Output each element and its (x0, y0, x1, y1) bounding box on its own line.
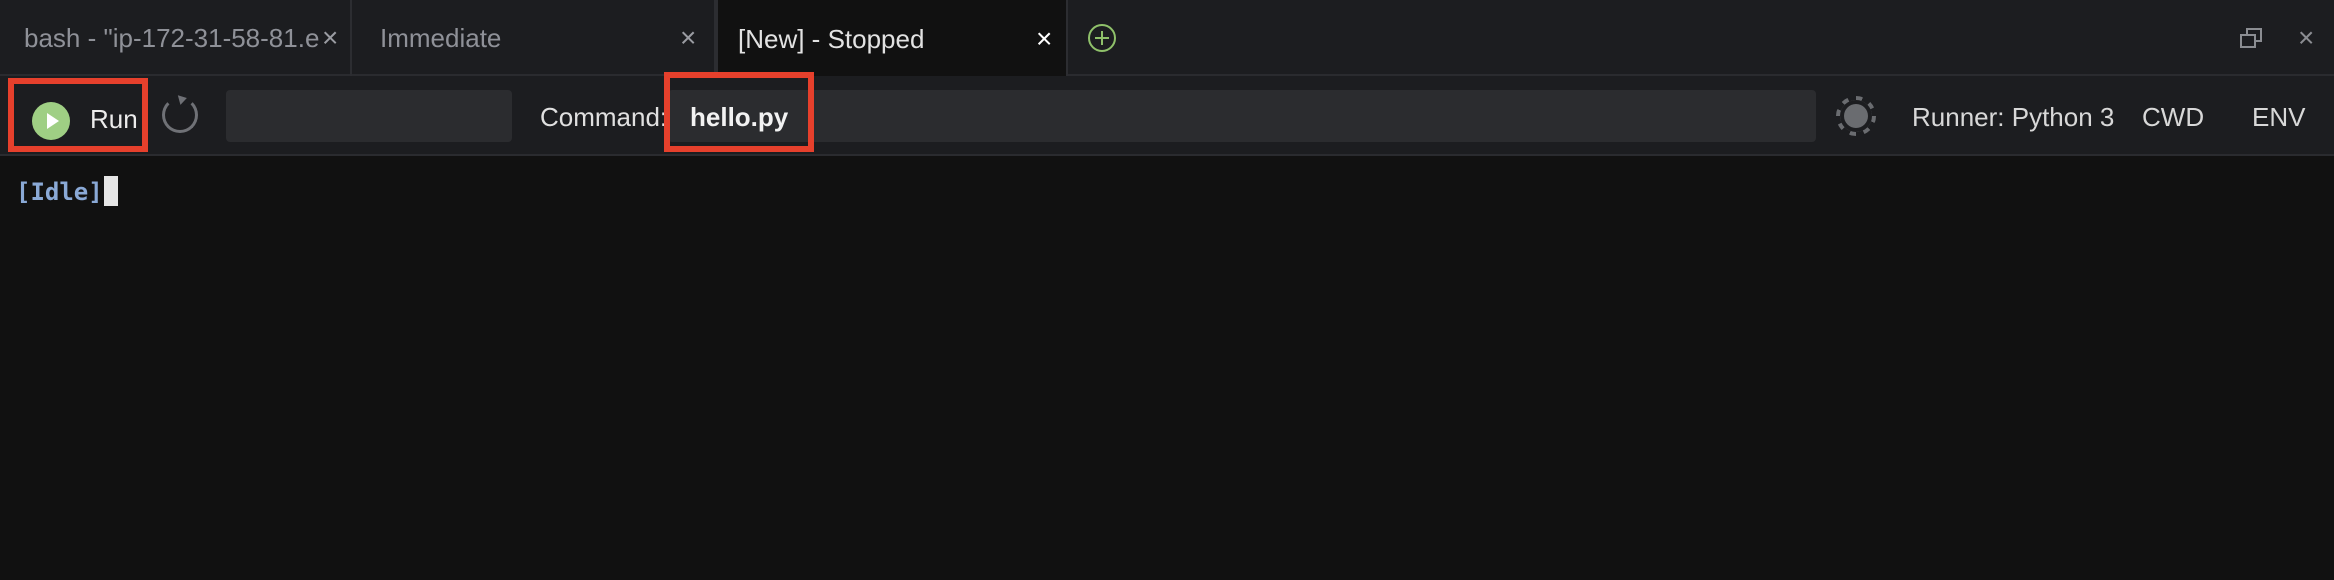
run-name-input[interactable] (226, 90, 512, 142)
run-button-label: Run (90, 104, 138, 134)
runner-toolbar: Run Command: hello.py Runner: Python 3 C… (0, 72, 2334, 156)
command-value[interactable]: hello.py (690, 102, 788, 133)
restore-window-icon[interactable] (2240, 28, 2262, 48)
close-icon[interactable]: × (322, 24, 338, 52)
tab-label: Immediate (380, 22, 502, 53)
gear-icon[interactable] (1836, 96, 1876, 136)
tab-bash[interactable]: bash - "ip-172-31-58-81.ec × (0, 0, 352, 76)
tab-bar: bash - "ip-172-31-58-81.ec × Immediate ×… (0, 0, 2334, 78)
close-panel-icon[interactable]: × (2298, 22, 2314, 54)
command-input[interactable] (668, 90, 1816, 142)
command-label: Command: (540, 102, 668, 132)
tab-label: bash - "ip-172-31-58-81.ec (24, 22, 320, 53)
cwd-button[interactable]: CWD (2142, 102, 2204, 133)
play-icon (32, 102, 70, 140)
env-button[interactable]: ENV (2252, 102, 2305, 133)
tab-immediate[interactable]: Immediate × (352, 0, 716, 76)
close-icon[interactable]: × (680, 24, 696, 52)
add-tab-icon[interactable] (1088, 24, 1116, 52)
text-cursor (104, 176, 118, 206)
run-button[interactable]: Run (8, 78, 148, 152)
output-panel[interactable]: [Idle] (0, 156, 2334, 580)
tab-new-stopped[interactable]: [New] - Stopped × (716, 0, 1068, 78)
status-text: [Idle] (16, 178, 103, 206)
runner-selector[interactable]: Runner: Python 3 (1912, 102, 2114, 133)
tab-label: [New] - Stopped (738, 23, 925, 54)
close-icon[interactable]: × (1036, 25, 1052, 53)
restart-icon[interactable] (162, 97, 198, 133)
